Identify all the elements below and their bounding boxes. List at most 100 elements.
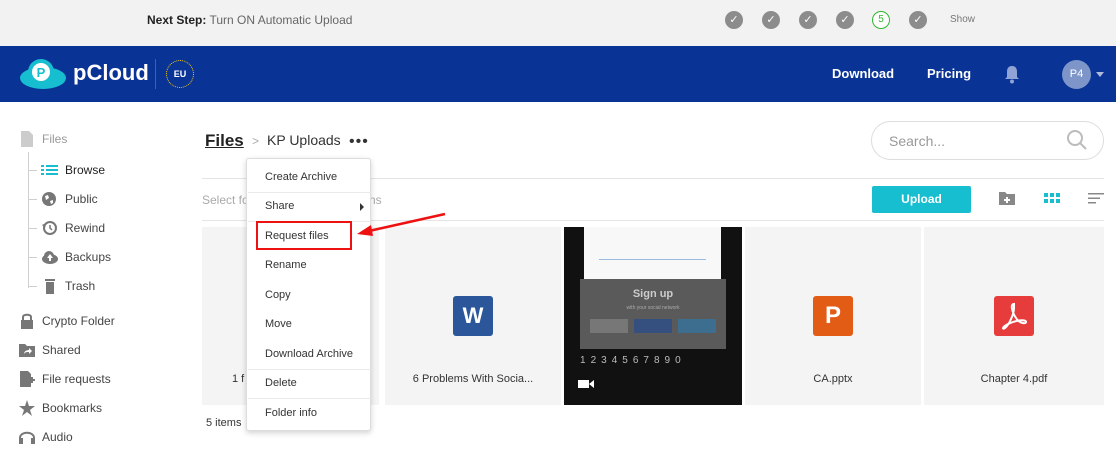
- grid-view-icon[interactable]: [1043, 190, 1061, 206]
- video-thumb-card: [584, 227, 721, 279]
- file-name: Chapter 4.pdf: [980, 373, 1048, 385]
- video-thumb-line: [599, 259, 706, 260]
- step-done-check-icon: ✓: [762, 11, 780, 29]
- menu-item-create-archive[interactable]: Create Archive: [265, 171, 337, 183]
- sidebar-item-label: Rewind: [65, 221, 106, 235]
- key: 3: [601, 355, 612, 366]
- list-icon: [41, 165, 58, 175]
- file-card[interactable]: Chapter 4.pdf: [924, 227, 1104, 405]
- video-thumb-subtitle: with your social network: [626, 305, 680, 311]
- notifications-bell-icon[interactable]: [1003, 64, 1021, 84]
- key: 7: [643, 355, 654, 366]
- sort-icon[interactable]: [1087, 190, 1105, 206]
- headphones-icon: [19, 431, 35, 444]
- nav-pricing[interactable]: Pricing: [927, 66, 971, 81]
- sidebar-item-label: Public: [65, 192, 98, 206]
- file-icon: [21, 131, 33, 147]
- key: 9: [664, 355, 676, 366]
- shared-folder-icon: [19, 344, 35, 357]
- select-hint-text: Select fo: [202, 193, 249, 207]
- file-card[interactable]: W 6 Problems With Socia...: [385, 227, 561, 405]
- tree-tick: [28, 257, 37, 258]
- search-box[interactable]: Search...: [871, 121, 1104, 160]
- sidebar-item-label: Browse: [65, 163, 106, 177]
- brand-name[interactable]: pCloud: [73, 60, 149, 86]
- step-done-check-icon: ✓: [836, 11, 854, 29]
- video-thumb-title: Sign up: [632, 288, 674, 300]
- step-done-check-icon: ✓: [909, 11, 927, 29]
- video-thumb-btn: [590, 319, 628, 333]
- tree-tick: [28, 228, 37, 229]
- next-step-label: Next Step:: [147, 13, 207, 27]
- top-header: P pCloud EU Download Pricing P4: [0, 46, 1116, 102]
- eu-region-badge: EU: [166, 60, 194, 88]
- key: 4: [611, 355, 623, 366]
- history-icon: [42, 221, 57, 235]
- show-steps-link[interactable]: Show: [950, 14, 975, 25]
- word-file-icon: W: [453, 296, 493, 336]
- menu-item-delete[interactable]: Delete: [265, 377, 297, 389]
- highlight-box: [256, 221, 352, 250]
- key: 8: [653, 355, 665, 366]
- header-divider: [155, 59, 156, 89]
- video-thumb-btn: [634, 319, 672, 333]
- user-avatar[interactable]: P4: [1062, 60, 1091, 89]
- tree-connector: [28, 152, 29, 288]
- sidebar-item-label: Bookmarks: [42, 401, 103, 415]
- step-done-check-icon: ✓: [725, 11, 743, 29]
- tree-tick: [28, 286, 37, 287]
- onboarding-strip: Next Step: Turn ON Automatic Upload ✓ ✓ …: [0, 0, 1116, 46]
- key: 5: [622, 355, 633, 366]
- powerpoint-file-icon: P: [813, 296, 853, 336]
- key: 2: [590, 355, 602, 366]
- next-step-task[interactable]: Turn ON Automatic Upload: [209, 13, 352, 27]
- file-request-icon: [20, 371, 35, 387]
- menu-item-rename[interactable]: Rename: [265, 259, 307, 271]
- star-icon: [19, 400, 35, 416]
- key: 1: [580, 355, 591, 366]
- step-current: 5: [872, 11, 890, 29]
- breadcrumb-current[interactable]: KP Uploads: [267, 132, 341, 148]
- menu-item-move[interactable]: Move: [265, 318, 292, 330]
- search-icon[interactable]: [1066, 129, 1088, 151]
- video-camera-icon: [578, 380, 594, 388]
- menu-divider: [248, 369, 371, 370]
- menu-item-folder-info[interactable]: Folder info: [265, 407, 317, 419]
- next-step-text: Next Step: Turn ON Automatic Upload: [147, 13, 352, 27]
- annotation-arrow-icon: [357, 212, 446, 236]
- nav-download[interactable]: Download: [832, 66, 894, 81]
- file-name: 6 Problems With Socia...: [412, 373, 534, 385]
- sidebar-item-label: Audio: [42, 430, 73, 444]
- item-count: 5 items: [206, 417, 242, 429]
- key: 6: [632, 355, 644, 366]
- step-done-check-icon: ✓: [799, 11, 817, 29]
- pcloud-logo-icon[interactable]: P: [18, 56, 68, 90]
- menu-item-share[interactable]: Share: [265, 200, 294, 212]
- video-thumb-keyboard: 1234567890: [580, 355, 726, 366]
- file-name: CA.pptx: [813, 373, 853, 385]
- cloud-upload-icon: [42, 251, 58, 264]
- video-thumb-form: Sign up with your social network: [580, 279, 726, 349]
- file-card[interactable]: P CA.pptx: [745, 227, 921, 405]
- sidebar-item-label: Files: [42, 132, 68, 146]
- account-chevron-down-icon[interactable]: [1096, 72, 1104, 77]
- svg-text:P: P: [37, 65, 46, 80]
- new-folder-icon[interactable]: [998, 190, 1016, 206]
- menu-item-download-archive[interactable]: Download Archive: [265, 348, 353, 360]
- sidebar-item-label: Backups: [65, 250, 112, 264]
- sidebar-item-label: Crypto Folder: [42, 314, 115, 328]
- more-options-button[interactable]: •••: [349, 134, 369, 150]
- file-card-video[interactable]: Sign up with your social network 1234567…: [564, 227, 742, 405]
- context-menu: Create Archive Share Request files Renam…: [246, 158, 371, 431]
- breadcrumb-root[interactable]: Files: [205, 131, 244, 151]
- video-thumb-btn: [678, 319, 716, 333]
- tree-tick: [28, 199, 37, 200]
- sidebar-item-label: Trash: [65, 279, 96, 293]
- menu-divider: [248, 398, 371, 399]
- sidebar-item-label: Shared: [42, 343, 81, 357]
- pdf-file-icon: [994, 296, 1034, 336]
- search-input[interactable]: Search...: [889, 133, 945, 149]
- upload-button[interactable]: Upload: [872, 186, 971, 213]
- menu-item-copy[interactable]: Copy: [265, 289, 291, 301]
- tree-tick: [28, 170, 37, 171]
